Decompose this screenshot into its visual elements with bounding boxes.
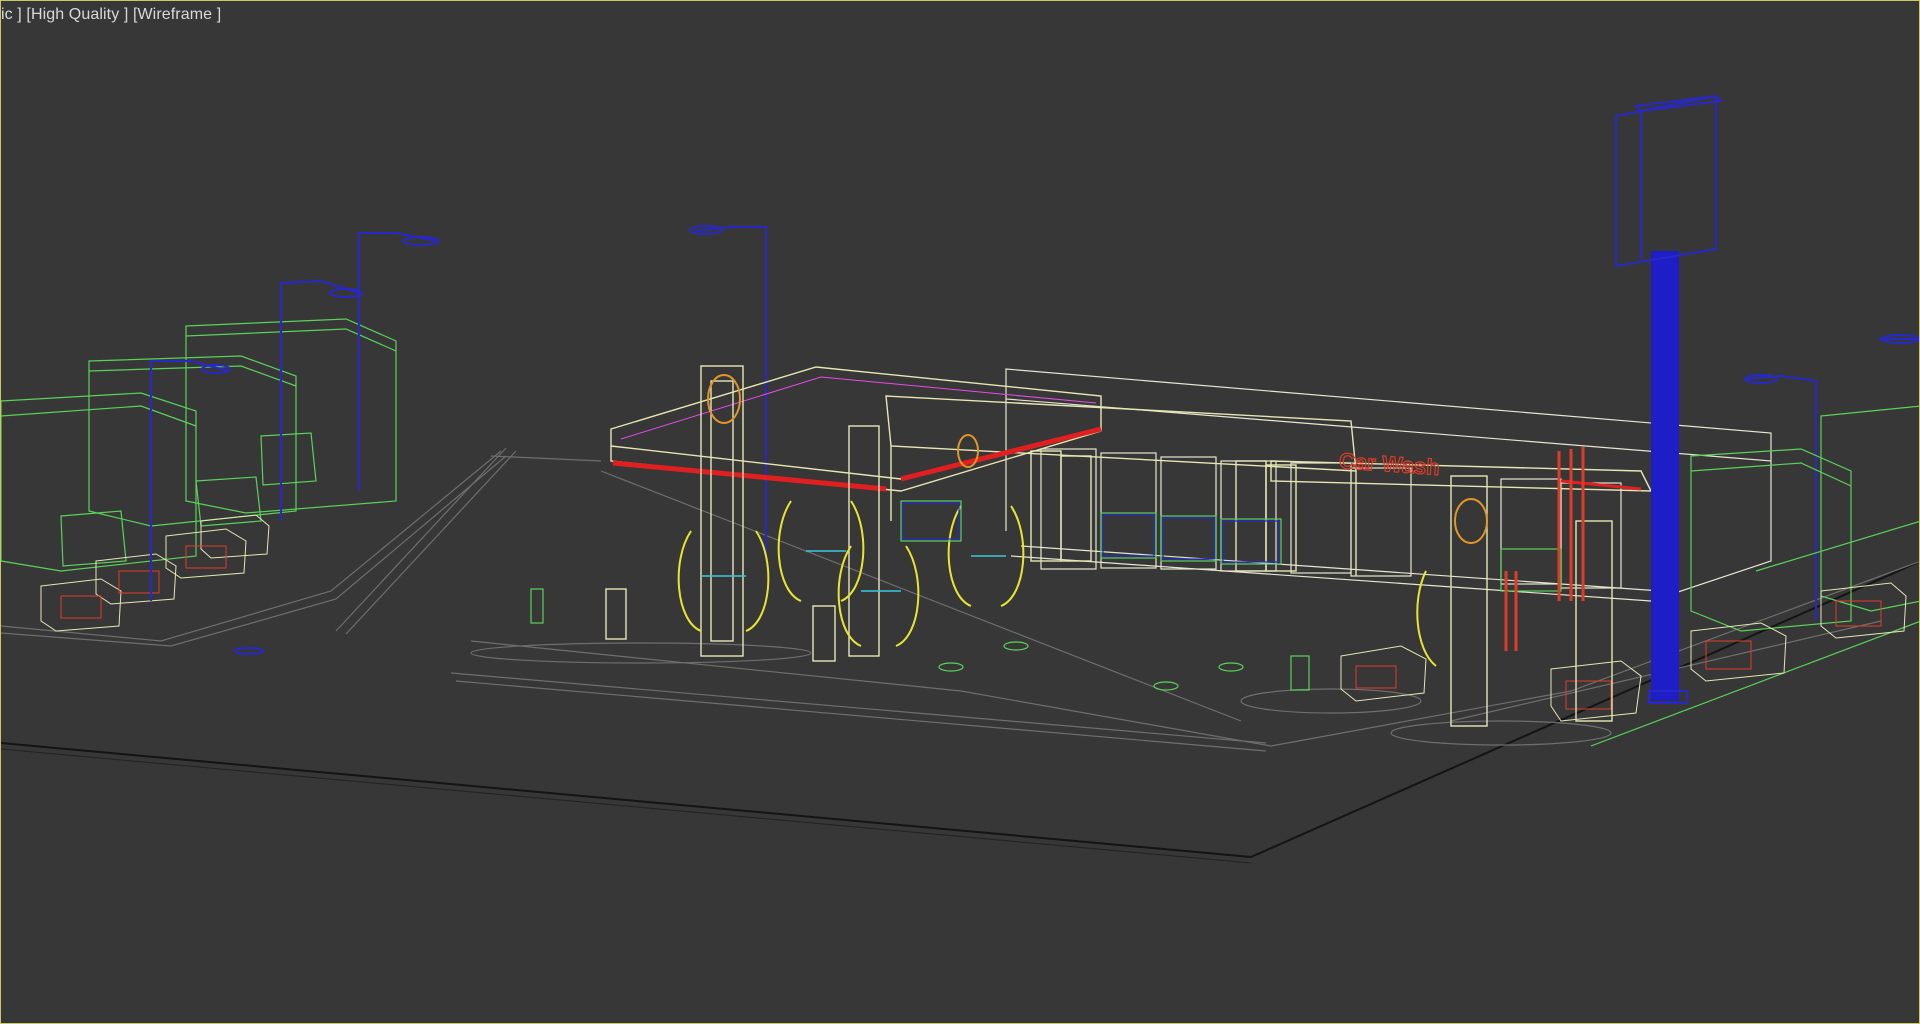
store-shelves: [530, 500, 1562, 691]
viewport-label-quality[interactable]: [High Quality ]: [26, 6, 128, 23]
viewport-label-shading[interactable]: [Wireframe ]: [133, 6, 221, 23]
viewport-label[interactable]: ic ] [High Quality ] [Wireframe ]: [1, 6, 221, 24]
pump-pillars: [605, 365, 1613, 727]
viewport[interactable]: ic ] [High Quality ] [Wireframe ] Car Wa…: [0, 0, 1920, 1024]
ground-plane: [1, 560, 1919, 864]
right-buildings: [1590, 405, 1919, 747]
left-planters: [40, 514, 270, 632]
canopy-trim: [620, 376, 1097, 440]
left-buildings: [1, 318, 397, 572]
right-planter-accents: [1355, 600, 1882, 710]
pump-accents: [701, 550, 1006, 592]
car-wash-sign: Car Wash: [1338, 448, 1440, 480]
fuel-pumps: [677, 500, 1437, 667]
left-planter-accents: [60, 545, 227, 619]
viewport-label-projection[interactable]: ic ]: [1, 6, 22, 23]
price-pylon: [1615, 94, 1724, 704]
wireframe-scene[interactable]: Car Wash: [1, 1, 1920, 1024]
